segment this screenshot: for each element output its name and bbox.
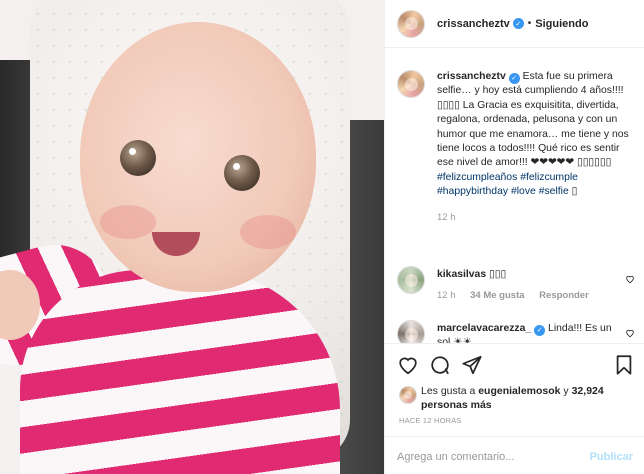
caption-username[interactable]: crissancheztv bbox=[437, 71, 506, 82]
bookmark-icon[interactable] bbox=[613, 354, 637, 378]
commenter-username[interactable]: marcelavacarezza_ bbox=[437, 323, 531, 334]
hashtag-link[interactable]: #love bbox=[511, 186, 536, 197]
post-photo[interactable] bbox=[0, 0, 384, 474]
likes-text: Les gusta a eugenialemosok y 32,924 pers… bbox=[421, 384, 639, 412]
caption-verified-badge-icon: ✓ bbox=[508, 72, 520, 84]
caption-text: crissancheztv ✓ Esta fue su primera selfi… bbox=[437, 70, 637, 200]
comment-text: marcelavacarezza_ ✓ Linda!!! Es un sol ☀☀ bbox=[437, 320, 637, 343]
post-sidebar: crissancheztv ✓ • Siguiendo crissanchezt… bbox=[384, 0, 644, 474]
liker-username[interactable]: eugenialemosok bbox=[478, 385, 560, 397]
post-actions: Les gusta a eugenialemosok y 32,924 pers… bbox=[385, 343, 644, 474]
likes-prefix: Les gusta a bbox=[421, 385, 479, 397]
comment-like-heart-icon[interactable] bbox=[625, 328, 635, 338]
comments-list[interactable]: crissancheztv ✓ Esta fue su primera selfi… bbox=[385, 48, 644, 343]
post-header: crissancheztv ✓ • Siguiendo bbox=[385, 0, 644, 48]
comment-body: ▯▯▯ bbox=[486, 269, 507, 280]
post-comment-button[interactable]: Publicar bbox=[590, 451, 633, 463]
post-timestamp[interactable]: HACE 12 HORAS bbox=[399, 416, 462, 425]
header-separator: • bbox=[527, 18, 532, 29]
author-avatar[interactable] bbox=[397, 9, 425, 38]
liker-avatar[interactable] bbox=[399, 386, 417, 404]
baby-eye-left bbox=[120, 140, 156, 176]
baby-eye-right bbox=[224, 155, 260, 191]
caption: crissancheztv ✓ Esta fue su primera selfi… bbox=[397, 70, 637, 223]
hashtag-link[interactable]: #felizcumpleaños bbox=[437, 172, 517, 183]
hashtag-link[interactable]: #selfie bbox=[539, 186, 569, 197]
caption-time[interactable]: 12 h bbox=[437, 212, 456, 223]
baby-face bbox=[80, 22, 316, 292]
author-username[interactable]: crissancheztv bbox=[437, 18, 510, 30]
caption-author-avatar[interactable] bbox=[397, 70, 425, 98]
comment-like-heart-icon[interactable] bbox=[625, 274, 635, 284]
comment-text: kikasilvas ▯▯▯ bbox=[437, 266, 637, 282]
caption-meta: 12 h bbox=[437, 212, 637, 223]
baby-cheek-left bbox=[100, 205, 156, 239]
commenter-username[interactable]: kikasilvas bbox=[437, 269, 486, 280]
likes-summary: Les gusta a eugenialemosok y 32,924 pers… bbox=[399, 384, 639, 412]
commenter-avatar[interactable] bbox=[397, 320, 425, 343]
add-comment-bar: Publicar bbox=[385, 436, 644, 474]
comment-likes[interactable]: 34 Me gusta bbox=[470, 290, 524, 301]
share-icon[interactable] bbox=[461, 354, 485, 378]
comment-time[interactable]: 12 h bbox=[437, 290, 456, 301]
baby-cheek-right bbox=[240, 215, 296, 249]
likes-middle: y bbox=[560, 385, 572, 397]
comment-meta: 12 h 34 Me gusta Responder bbox=[437, 290, 637, 301]
comment-input[interactable] bbox=[397, 450, 590, 463]
hashtag-link[interactable]: #happybirthday bbox=[437, 186, 508, 197]
caption-body: Esta fue su primera selfie… y hoy está c… bbox=[437, 71, 629, 169]
action-icons-bar bbox=[397, 354, 637, 378]
following-button[interactable]: Siguiendo bbox=[535, 18, 588, 30]
comment-icon[interactable] bbox=[429, 354, 453, 378]
comment-reply-button[interactable]: Responder bbox=[539, 290, 589, 301]
hashtag-link[interactable]: #felizcumple bbox=[520, 172, 578, 183]
caption-tail: ▯ bbox=[568, 186, 578, 198]
verified-badge-icon: ✓ bbox=[512, 18, 524, 29]
comment-item: kikasilvas ▯▯▯ 12 h 34 Me gusta Responde… bbox=[397, 266, 637, 301]
commenter-verified-badge-icon: ✓ bbox=[534, 324, 546, 336]
heart-icon[interactable] bbox=[397, 354, 421, 378]
comment-item: marcelavacarezza_ ✓ Linda!!! Es un sol ☀☀ bbox=[397, 320, 637, 343]
commenter-avatar[interactable] bbox=[397, 266, 425, 294]
